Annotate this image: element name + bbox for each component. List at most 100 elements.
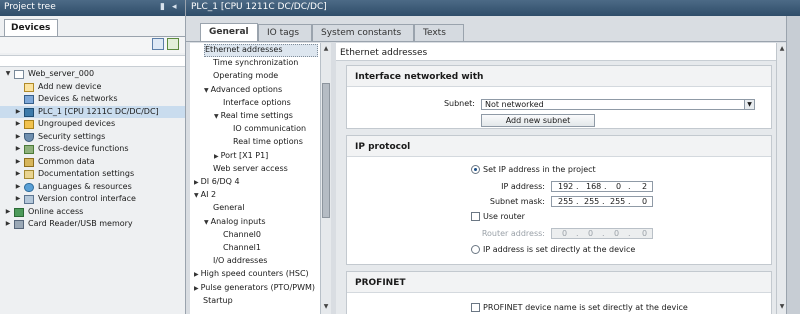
collapsed-arrow-icon[interactable]: ▶	[14, 193, 22, 206]
scroll-down-icon[interactable]: ▼	[322, 303, 330, 311]
tab-devices[interactable]: Devices	[4, 19, 58, 37]
nav-item[interactable]: Ethernet addresses	[204, 44, 318, 57]
scroll-down-icon[interactable]: ▼	[778, 303, 786, 311]
nav-item[interactable]: ▶ DI 6/DQ 4	[194, 176, 240, 189]
add-new-subnet-button[interactable]: Add new subnet	[481, 114, 595, 127]
pin-icon[interactable]: ▮	[160, 2, 165, 12]
nav-item-label: Advanced options	[210, 84, 283, 94]
collapsed-arrow-icon[interactable]: ▶	[14, 106, 22, 119]
nav-item-label: Web server access	[213, 163, 288, 173]
tree-item[interactable]: ▶ Languages & resources	[0, 181, 185, 194]
properties-editor: PLC_1 [CPU 1211C DC/DC/DC] General IO ta…	[186, 0, 800, 314]
nav-item[interactable]: ▼ Analog inputs	[204, 216, 266, 229]
overview-icon[interactable]	[152, 38, 164, 50]
collapsed-arrow-icon[interactable]: ▶	[14, 181, 22, 194]
tree-item-label: Web_server_000	[28, 69, 95, 78]
tree-item-label: Card Reader/USB memory	[28, 219, 133, 228]
tree-item[interactable]: Add new device	[0, 81, 185, 94]
nav-item[interactable]: I/O addresses	[213, 255, 267, 268]
nav-item[interactable]: ▶ High speed counters (HSC)	[194, 268, 309, 281]
chevron-down-icon[interactable]: ▼	[744, 100, 754, 109]
nav-item[interactable]: ▼ AI 2	[194, 189, 216, 202]
collapsed-arrow-icon[interactable]: ▶	[4, 206, 12, 219]
nav-item[interactable]: Channel0	[223, 229, 261, 242]
nav-item[interactable]: ▶ Pulse generators (PTO/PWM)	[194, 282, 315, 295]
mask-octet: 255	[558, 197, 574, 206]
tree-item[interactable]: ▶ PLC_1 [CPU 1211C DC/DC/DC]	[0, 105, 185, 119]
navigation-scrollbar[interactable]: ▲ ▼	[320, 43, 331, 314]
nav-item[interactable]: Web server access	[213, 163, 288, 176]
collapsed-arrow-icon[interactable]: ▶	[14, 118, 22, 131]
tree-item[interactable]: ▶ Security settings	[0, 131, 185, 144]
nav-item[interactable]: ▼ Advanced options	[204, 84, 282, 97]
content-scrollbar[interactable]: ▲ ▼	[776, 43, 786, 314]
tree-item[interactable]: ▶ Documentation settings	[0, 168, 185, 181]
collapsed-arrow-icon[interactable]: ▶	[4, 218, 12, 231]
nav-item[interactable]: IO communication	[233, 123, 306, 136]
tree-item[interactable]: ▼ Web_server_000	[0, 68, 185, 81]
tree-item[interactable]: ▶ Card Reader/USB memory	[0, 218, 185, 231]
tree-item-label: Online access	[28, 206, 84, 216]
use-router-checkbox[interactable]	[471, 212, 480, 221]
subnet-mask-field[interactable]: 255 . 255 . 255 . 0	[551, 196, 653, 207]
ip-address-field[interactable]: 192 . 168 . 0 . 2	[551, 181, 653, 192]
nav-item-label: IO communication	[233, 124, 307, 134]
folder-icon	[24, 120, 34, 129]
expanded-arrow-icon[interactable]: ▼	[4, 68, 12, 81]
nav-item[interactable]: ▶ Port [X1 P1]	[214, 150, 268, 163]
nav-item-label: Operating mode	[213, 71, 279, 81]
collapsed-arrow-icon[interactable]: ▶	[14, 168, 22, 181]
devices-header-bar	[0, 55, 185, 67]
nav-item[interactable]: Startup	[203, 295, 233, 308]
ip-set-at-device-radio[interactable]	[471, 245, 480, 254]
collapsed-arrow-icon[interactable]: ▶	[214, 153, 219, 160]
subnet-select[interactable]: Not networked ▼	[481, 99, 755, 110]
profinet-name-at-device-checkbox[interactable]	[471, 303, 480, 312]
tree-item[interactable]: ▶ Ungrouped devices	[0, 118, 185, 131]
network-view-icon[interactable]	[167, 38, 179, 50]
tree-item[interactable]: ▶ Version control interface	[0, 193, 185, 206]
nav-item[interactable]: Interface options	[223, 97, 291, 110]
collapsed-arrow-icon[interactable]: ▶	[14, 143, 22, 156]
tab-texts[interactable]: Texts	[414, 24, 464, 41]
collapsed-arrow-icon[interactable]: ▶	[194, 285, 199, 292]
navigation-scroll-thumb[interactable]	[322, 83, 330, 218]
router-octet: 0	[562, 229, 568, 238]
tab-io-tags[interactable]: IO tags	[258, 24, 312, 41]
shield-icon	[24, 132, 34, 142]
router-address-field[interactable]: 0 . 0 . 0 . 0	[551, 228, 653, 239]
tree-item[interactable]: ▶ Online access	[0, 206, 185, 219]
profinet-section-title: PROFINET	[355, 278, 406, 288]
tree-item-label: Languages & resources	[38, 181, 132, 191]
nav-item[interactable]: Time synchronization	[213, 57, 298, 70]
nav-item[interactable]: Real time options	[233, 136, 303, 149]
expanded-arrow-icon[interactable]: ▼	[214, 113, 219, 120]
router-octet: 0	[614, 229, 620, 238]
collapse-icon[interactable]: ◂	[172, 2, 177, 12]
online-icon	[14, 207, 24, 217]
nav-item[interactable]: Channel1	[223, 242, 261, 255]
collapsed-arrow-icon[interactable]: ▶	[14, 131, 22, 144]
tree-item-label: Documentation settings	[38, 169, 135, 178]
nav-item[interactable]: Operating mode	[213, 70, 278, 83]
nav-item-label: Startup	[203, 295, 233, 305]
nav-item[interactable]: ▼ Real time settings	[214, 110, 293, 123]
tab-divider	[186, 41, 786, 42]
nav-item[interactable]: General	[213, 202, 245, 215]
collapsed-arrow-icon[interactable]: ▶	[14, 156, 22, 169]
expanded-arrow-icon[interactable]: ▼	[204, 219, 209, 226]
collapsed-arrow-icon[interactable]: ▶	[194, 271, 199, 278]
set-ip-in-project-radio[interactable]	[471, 165, 480, 174]
collapsed-arrow-icon[interactable]: ▶	[194, 179, 199, 186]
ip-octet: 2	[642, 182, 648, 191]
tree-item-label: Security settings	[38, 131, 106, 141]
scroll-up-icon[interactable]: ▲	[322, 45, 330, 53]
tree-item[interactable]: ▶ Cross-device functions	[0, 143, 185, 156]
expanded-arrow-icon[interactable]: ▼	[204, 87, 209, 94]
tree-item[interactable]: Devices & networks	[0, 93, 185, 106]
scroll-up-icon[interactable]: ▲	[778, 45, 786, 53]
expanded-arrow-icon[interactable]: ▼	[194, 192, 199, 199]
tab-general[interactable]: General	[200, 23, 258, 42]
tree-item[interactable]: ▶ Common data	[0, 156, 185, 169]
tab-system-constants[interactable]: System constants	[312, 24, 414, 41]
